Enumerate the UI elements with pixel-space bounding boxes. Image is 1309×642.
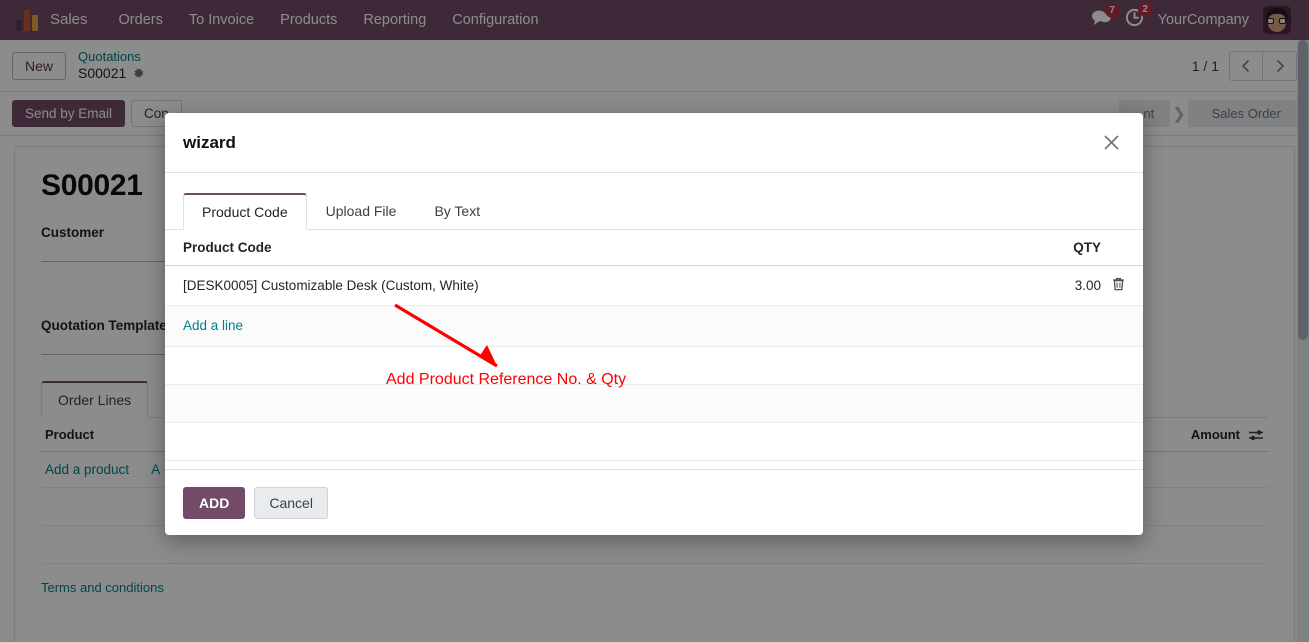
tab-upload-file[interactable]: Upload File: [307, 193, 416, 230]
column-header-qty: QTY: [1073, 240, 1101, 255]
trash-icon: [1113, 277, 1124, 291]
close-icon: [1103, 135, 1119, 150]
table-blank-row: [165, 347, 1143, 385]
dialog-body: Product Code Upload File By Text Product…: [165, 173, 1143, 469]
column-header-actions: [1101, 240, 1125, 255]
table-row[interactable]: [DESK0005] Customizable Desk (Custom, Wh…: [165, 266, 1143, 306]
dialog-footer: ADD Cancel: [165, 469, 1143, 535]
dialog-title: wizard: [183, 132, 236, 152]
add-button[interactable]: ADD: [183, 486, 246, 519]
wizard-dialog: wizard Product Code Upload File By Text …: [165, 113, 1143, 535]
column-header-product-code: Product Code: [183, 240, 272, 255]
dialog-header: wizard: [165, 113, 1143, 173]
table-header-row: Product Code QTY: [165, 230, 1143, 266]
table-blank-row: [165, 423, 1143, 461]
product-code-table: Product Code QTY [DESK0005] Customizable…: [165, 230, 1143, 461]
cancel-button[interactable]: Cancel: [254, 486, 328, 519]
tab-product-code[interactable]: Product Code: [183, 193, 307, 230]
delete-line-button[interactable]: [1101, 277, 1125, 294]
table-blank-row: [165, 385, 1143, 423]
wizard-tabs: Product Code Upload File By Text: [165, 173, 1143, 230]
tab-by-text[interactable]: By Text: [415, 193, 499, 230]
add-a-line-link[interactable]: Add a line: [183, 318, 243, 333]
cell-qty[interactable]: 3.00: [1043, 278, 1101, 293]
close-button[interactable]: [1097, 129, 1125, 157]
app-root: Sales Orders To Invoice Products Reporti…: [0, 0, 1309, 642]
add-a-line-row[interactable]: Add a line: [165, 306, 1143, 347]
cell-product-code[interactable]: [DESK0005] Customizable Desk (Custom, Wh…: [183, 278, 1043, 293]
